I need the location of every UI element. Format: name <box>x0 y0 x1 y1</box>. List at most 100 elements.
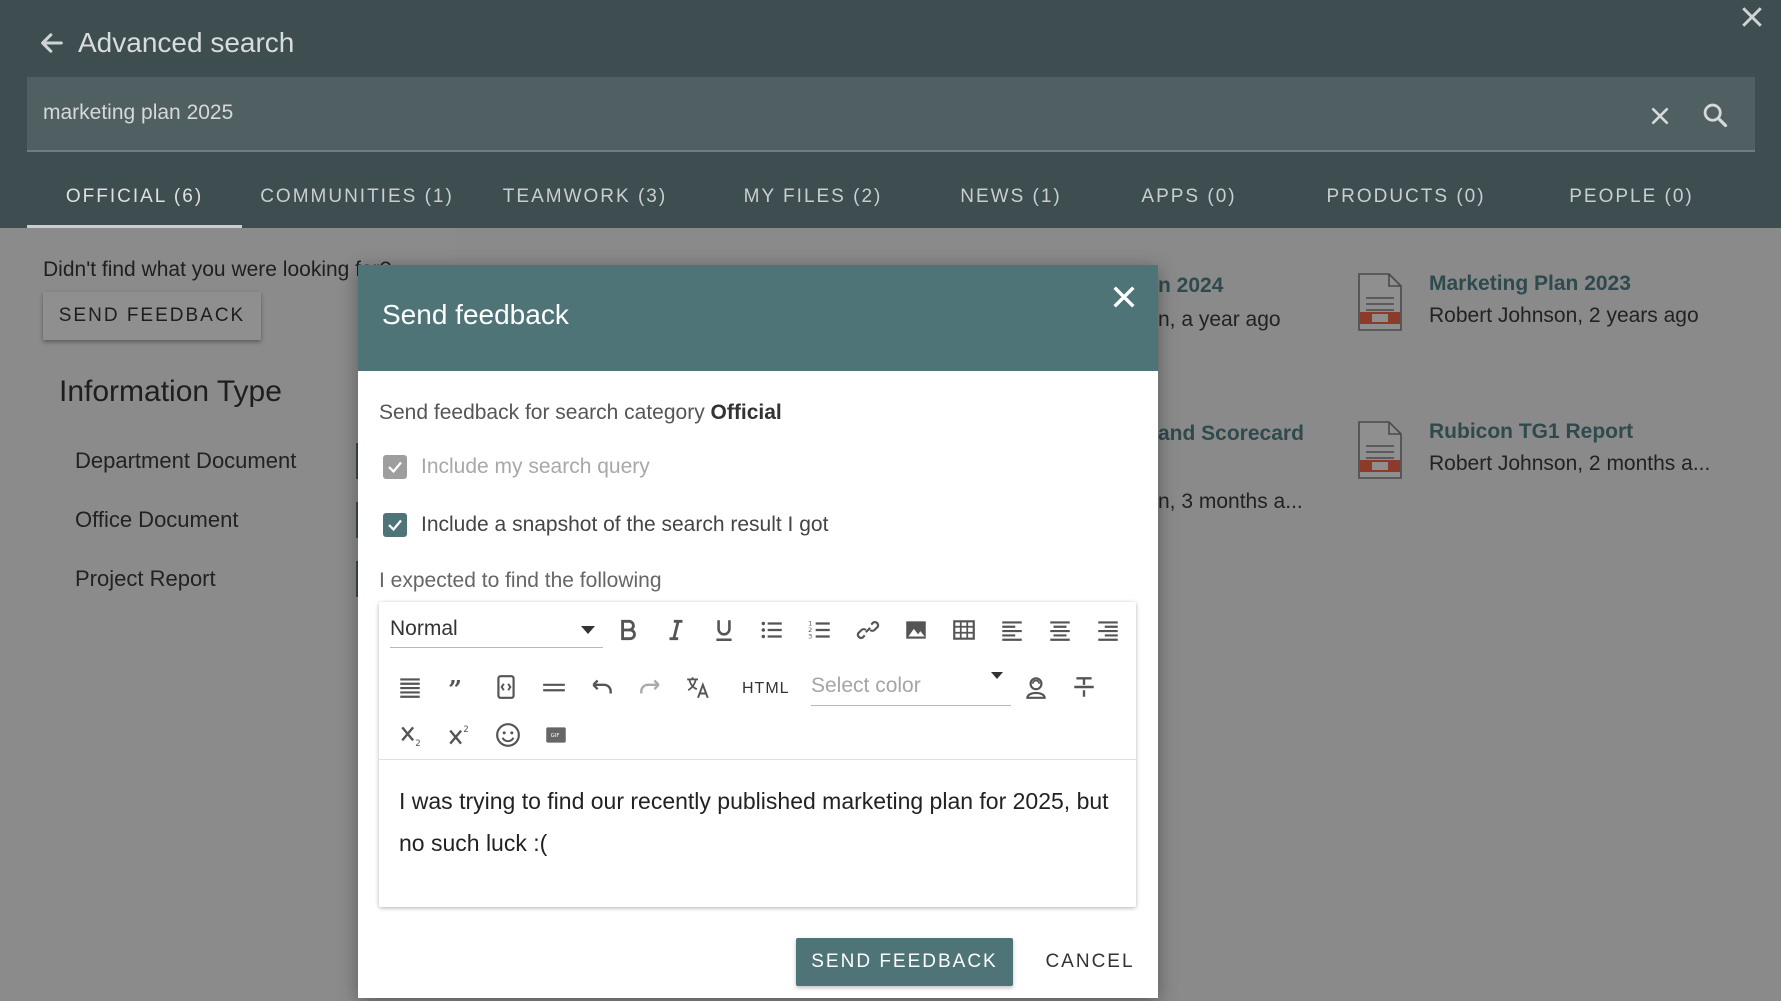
subscript-icon: 2 <box>401 726 421 748</box>
translate-icon <box>687 677 709 699</box>
include-snapshot-label: Include a snapshot of the search result … <box>421 513 829 536</box>
gif-icon: GIF <box>546 727 566 743</box>
align-left-button[interactable] <box>995 613 1029 647</box>
user-highlight-icon <box>1026 677 1046 699</box>
include-query-row: Include my search query <box>383 455 650 479</box>
tab-people[interactable]: PEOPLE (0) <box>1528 165 1735 228</box>
rich-text-editor: Normal 123 ” HTML Select color 2 2 GIF I… <box>379 602 1136 907</box>
title-row: Advanced search <box>38 26 294 60</box>
align-justify-icon <box>400 678 420 698</box>
bullet-list-icon <box>761 621 782 639</box>
strikethrough-icon <box>1074 677 1094 697</box>
result-item[interactable]: Marketing Plan 2023 Robert Johnson, 2 ye… <box>1357 272 1699 332</box>
underline-icon <box>716 620 732 642</box>
italic-button[interactable] <box>659 613 693 647</box>
cancel-button[interactable]: CANCEL <box>1040 938 1140 986</box>
include-snapshot-checkbox[interactable] <box>383 513 407 537</box>
document-icon <box>1358 421 1402 479</box>
category-name: Official <box>710 401 782 424</box>
highlight-button[interactable] <box>1019 670 1053 704</box>
tab-official[interactable]: OFFICIAL (6) <box>27 165 242 228</box>
category-tabs: OFFICIAL (6) COMMUNITIES (1) TEAMWORK (3… <box>27 165 1755 228</box>
align-left-icon <box>1002 621 1022 641</box>
filter-department-document[interactable]: Department Document <box>75 448 296 474</box>
result-title[interactable]: Rubicon TG1 Report <box>1429 420 1710 444</box>
search-icon[interactable] <box>1701 101 1729 129</box>
svg-text:”: ” <box>448 676 462 700</box>
color-select[interactable]: Select color <box>811 670 1011 706</box>
image-button[interactable] <box>899 613 933 647</box>
tab-apps[interactable]: APPS (0) <box>1094 165 1284 228</box>
link-button[interactable] <box>851 613 885 647</box>
superscript-button[interactable]: 2 <box>443 718 477 752</box>
tab-my-files[interactable]: MY FILES (2) <box>698 165 928 228</box>
tab-communities[interactable]: COMMUNITIES (1) <box>242 165 472 228</box>
align-center-icon <box>1050 621 1070 641</box>
format-value: Normal <box>390 617 458 640</box>
gif-button[interactable]: GIF <box>539 718 573 752</box>
result-meta: n, a year ago <box>1158 308 1281 331</box>
svg-text:2: 2 <box>463 725 469 735</box>
result-meta: Robert Johnson, 2 months a... <box>1429 452 1711 475</box>
tab-news[interactable]: NEWS (1) <box>928 165 1094 228</box>
horizontal-rule-icon <box>543 683 565 692</box>
result-meta: n, 3 months a... <box>1158 490 1303 513</box>
html-button[interactable]: HTML <box>742 680 790 698</box>
search-input[interactable]: marketing plan 2025 <box>43 101 233 125</box>
redo-button[interactable] <box>633 670 667 704</box>
svg-text:2: 2 <box>415 739 421 748</box>
code-icon <box>497 675 515 699</box>
search-bar[interactable]: marketing plan 2025 <box>27 77 1755 152</box>
clear-search-icon[interactable] <box>1647 103 1673 129</box>
underline-button[interactable] <box>707 613 741 647</box>
bold-button[interactable] <box>611 613 645 647</box>
send-feedback-dialog: Send feedback Send feedback for search c… <box>358 265 1158 998</box>
align-right-icon <box>1098 621 1118 641</box>
format-select[interactable]: Normal <box>390 612 603 648</box>
editor-toolbar: Normal 123 ” HTML Select color 2 2 GIF <box>379 602 1136 760</box>
filter-project-report[interactable]: Project Report <box>75 566 216 592</box>
result-title[interactable]: Marketing Plan 2023 <box>1429 272 1699 296</box>
chevron-down-icon <box>991 672 1003 679</box>
blockquote-button[interactable]: ” <box>441 670 475 704</box>
align-right-button[interactable] <box>1091 613 1125 647</box>
include-snapshot-row: Include a snapshot of the search result … <box>383 513 828 537</box>
dialog-description: Send feedback for search category Offici… <box>379 401 782 425</box>
result-item[interactable]: Rubicon TG1 Report Robert Johnson, 2 mon… <box>1357 420 1710 480</box>
tab-teamwork[interactable]: TEAMWORK (3) <box>472 165 698 228</box>
bullet-list-button[interactable] <box>755 613 789 647</box>
include-query-checkbox[interactable] <box>383 455 407 479</box>
code-block-button[interactable] <box>489 670 523 704</box>
feedback-textarea[interactable]: I was trying to find our recently publis… <box>399 780 1114 864</box>
result-title[interactable]: and Scorecard <box>1158 422 1304 446</box>
submit-feedback-button[interactable]: SEND FEEDBACK <box>796 938 1013 986</box>
emoji-button[interactable] <box>491 718 525 752</box>
information-type-heading: Information Type <box>59 375 282 408</box>
filter-office-document[interactable]: Office Document <box>75 507 238 533</box>
subscript-button[interactable]: 2 <box>395 718 429 752</box>
description-text: Send feedback for search category <box>379 401 705 424</box>
strikethrough-button[interactable] <box>1067 670 1101 704</box>
redo-icon <box>640 679 660 694</box>
arrow-left-icon[interactable] <box>38 29 66 57</box>
justify-button[interactable] <box>393 670 427 704</box>
checkmark-icon <box>388 519 402 532</box>
dialog-title: Send feedback <box>382 299 569 330</box>
align-center-button[interactable] <box>1043 613 1077 647</box>
numbered-list-button[interactable]: 123 <box>803 613 837 647</box>
undo-button[interactable] <box>585 670 619 704</box>
quote-icon: ” <box>448 676 462 700</box>
send-feedback-button[interactable]: SEND FEEDBACK <box>43 292 261 340</box>
horizontal-rule-button[interactable] <box>537 670 571 704</box>
table-icon <box>953 620 975 640</box>
table-button[interactable] <box>947 613 981 647</box>
translate-button[interactable] <box>681 670 715 704</box>
search-header: Advanced search marketing plan 2025 OFFI… <box>0 0 1781 228</box>
result-title[interactable]: n 2024 <box>1158 274 1223 298</box>
close-icon[interactable] <box>1108 281 1140 313</box>
link-icon <box>856 621 880 639</box>
tab-products[interactable]: PRODUCTS (0) <box>1284 165 1528 228</box>
close-icon[interactable] <box>1737 2 1767 32</box>
dialog-header: Send feedback <box>358 265 1158 371</box>
numbered-list-icon: 123 <box>808 620 830 641</box>
